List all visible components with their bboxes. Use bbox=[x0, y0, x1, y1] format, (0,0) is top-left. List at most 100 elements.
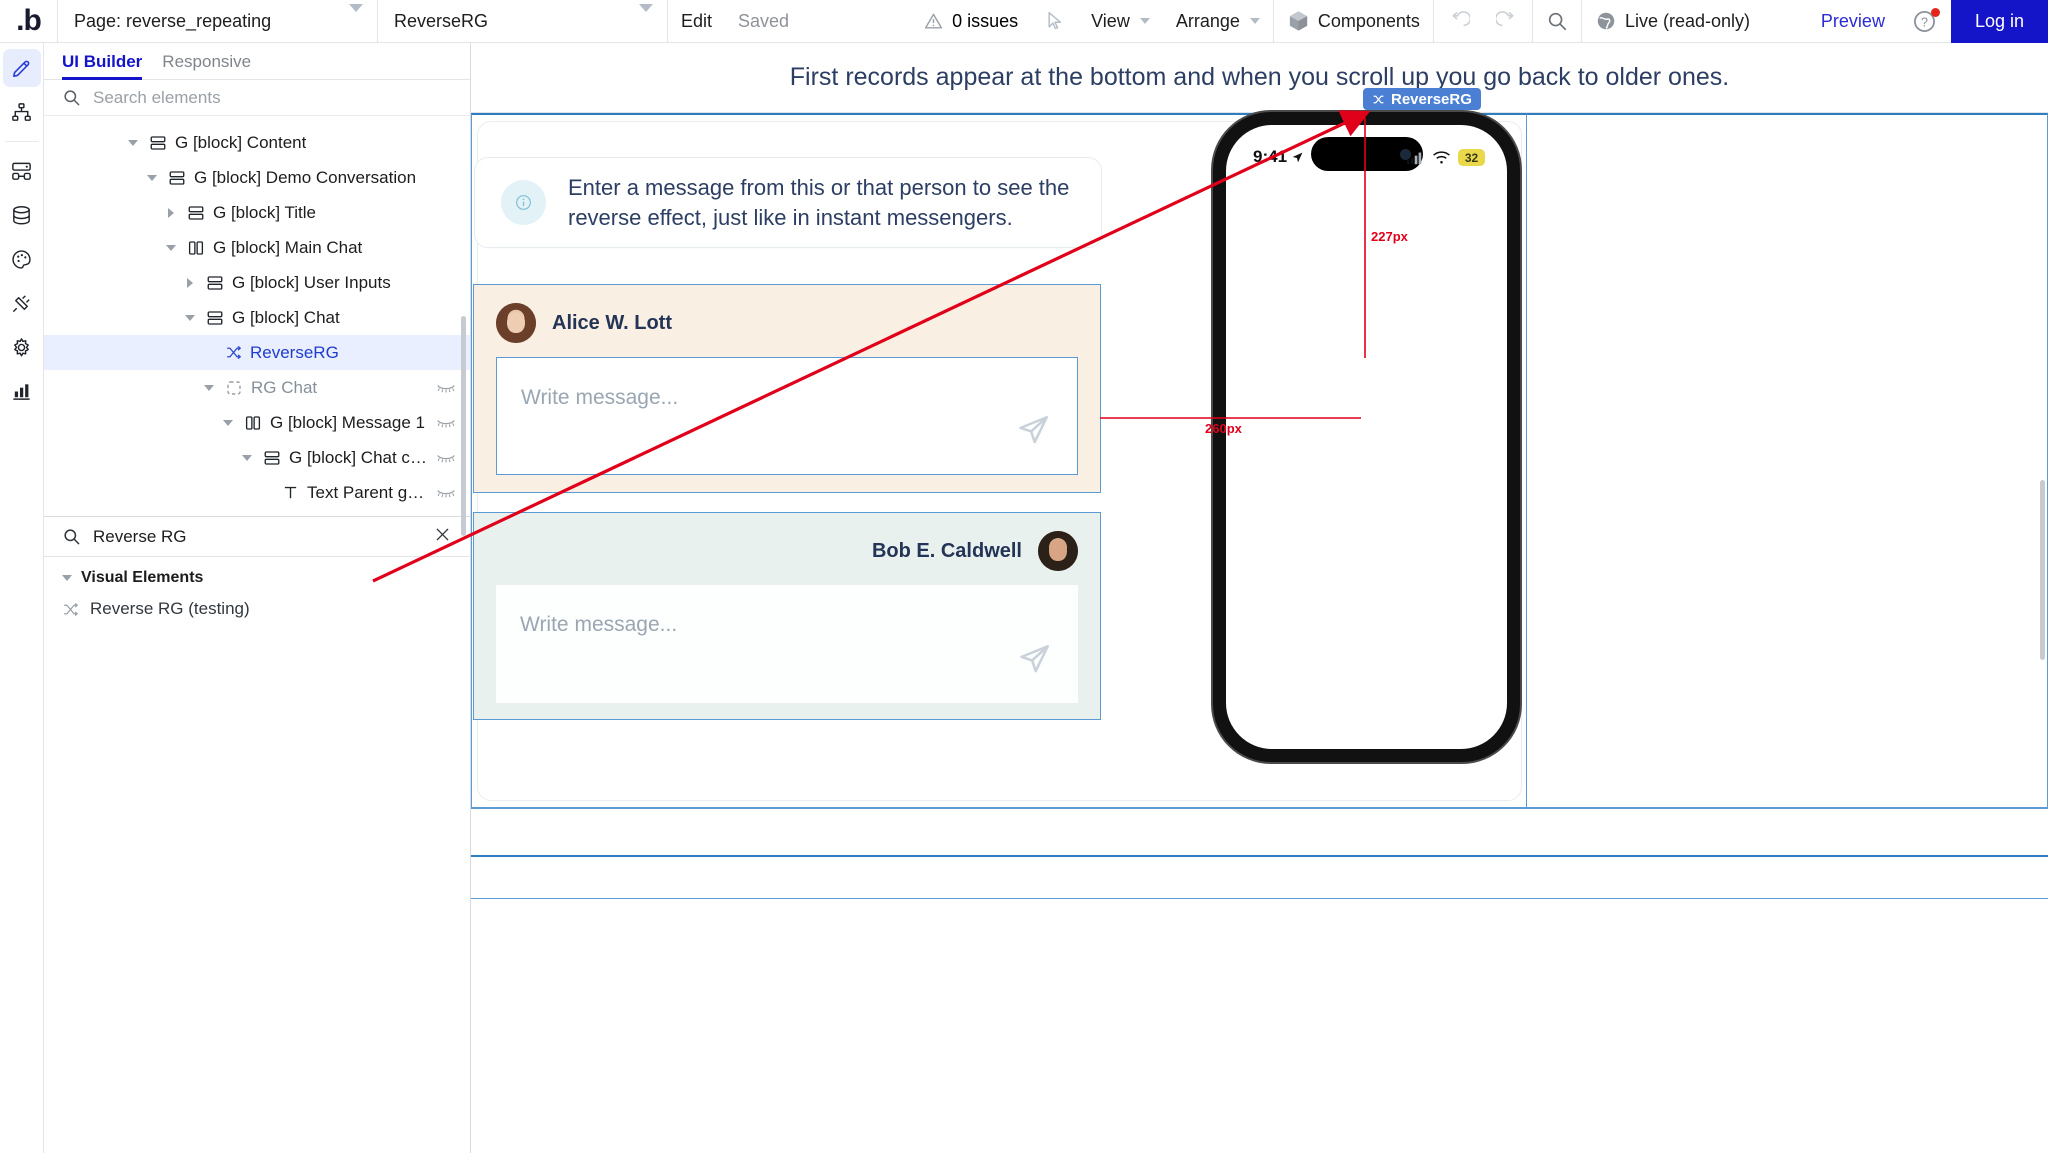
tree-node-label: G [block] Main Chat bbox=[213, 238, 362, 258]
rail-item-database[interactable] bbox=[3, 196, 41, 234]
app-logo[interactable]: .b bbox=[0, 0, 58, 42]
components-label: Components bbox=[1318, 11, 1420, 32]
canvas-section-divider bbox=[471, 855, 2048, 857]
arrange-label: Arrange bbox=[1176, 11, 1240, 32]
tree-node-label: G [block] Chat content 1 bbox=[289, 448, 428, 468]
tree-node[interactable]: RG Chat bbox=[44, 370, 470, 405]
edit-label: Edit bbox=[681, 11, 712, 32]
left-icon-rail bbox=[0, 43, 44, 1153]
result-item-reverse-rg[interactable]: Reverse RG (testing) bbox=[44, 593, 470, 619]
search-icon bbox=[62, 88, 81, 107]
element-select-label: ReverseRG bbox=[394, 11, 488, 32]
element-select[interactable]: ReverseRG bbox=[378, 0, 668, 42]
tree-node[interactable]: G [block] Chat content 1 bbox=[44, 440, 470, 475]
tree-node[interactable]: Text Parent group's Chat' bbox=[44, 475, 470, 510]
tree-node[interactable]: G [block] Demo Conversation bbox=[44, 160, 470, 195]
rail-item-styles[interactable] bbox=[3, 240, 41, 278]
tree-node[interactable]: G [block] User Inputs bbox=[44, 265, 470, 300]
tree-node[interactable]: ReverseRG bbox=[44, 335, 470, 370]
tree-node-label: G [block] User Inputs bbox=[232, 273, 391, 293]
rail-item-plugins[interactable] bbox=[3, 284, 41, 322]
canvas-section-divider bbox=[471, 808, 2048, 809]
close-icon[interactable] bbox=[433, 525, 452, 549]
message-input[interactable]: Write message... bbox=[496, 357, 1078, 475]
info-callout: Enter a message from this or that person… bbox=[474, 157, 1102, 248]
selection-tag-reverserg[interactable]: ReverseRG bbox=[1363, 88, 1481, 110]
rail-item-design[interactable] bbox=[3, 49, 41, 87]
components-button[interactable]: Components bbox=[1274, 0, 1433, 42]
tree-node[interactable]: G [block] Content bbox=[44, 125, 470, 160]
search-icon bbox=[1546, 10, 1568, 32]
help-button[interactable]: ? bbox=[1898, 0, 1951, 42]
status-bar-time: 9:41 bbox=[1253, 147, 1304, 167]
issues-button[interactable]: 0 issues bbox=[910, 0, 1032, 42]
tree-node-label: G [block] Message 1 bbox=[270, 413, 425, 433]
chevron-right-icon[interactable] bbox=[182, 278, 198, 288]
eye-closed-icon[interactable] bbox=[436, 416, 456, 430]
view-label: View bbox=[1091, 11, 1130, 32]
element-tree: G [block] Content G [block] Demo Conversa… bbox=[44, 116, 470, 516]
tree-node-label: G [block] Demo Conversation bbox=[194, 168, 416, 188]
edit-button[interactable]: Edit bbox=[668, 0, 725, 42]
sitemap-icon bbox=[10, 101, 33, 124]
tree-node[interactable]: G [block] Message 1 bbox=[44, 405, 470, 440]
canvas-scrollbar[interactable] bbox=[2040, 480, 2045, 660]
search-elements-input[interactable]: Search elements bbox=[44, 80, 470, 116]
find-element-bar[interactable]: Reverse RG bbox=[44, 516, 470, 557]
workflow-icon bbox=[10, 160, 33, 183]
chat-card-alice[interactable]: Alice W. Lott Write message... bbox=[473, 284, 1101, 493]
chat-card-bob[interactable]: Bob E. Caldwell Write message... bbox=[473, 512, 1101, 720]
undo-button[interactable] bbox=[1434, 0, 1483, 42]
tree-node-label: Text Parent group's Chat' bbox=[307, 483, 428, 503]
tree-node[interactable]: G [block] Main Chat bbox=[44, 230, 470, 265]
login-button[interactable]: Log in bbox=[1951, 0, 2048, 43]
sidebar-scrollbar[interactable] bbox=[461, 316, 466, 536]
chevron-down-icon[interactable] bbox=[239, 455, 255, 461]
chevron-down-icon[interactable] bbox=[220, 420, 236, 426]
view-menu[interactable]: View bbox=[1078, 0, 1163, 42]
phone-preview-panel bbox=[1527, 113, 2048, 808]
pencil-icon bbox=[10, 57, 33, 80]
chevron-down-icon[interactable] bbox=[144, 175, 160, 181]
tree-node[interactable]: G [block] Chat bbox=[44, 300, 470, 335]
search-elements-placeholder: Search elements bbox=[93, 88, 221, 108]
database-icon bbox=[10, 204, 33, 227]
tab-ui-builder[interactable]: UI Builder bbox=[62, 52, 142, 79]
signal-bars-icon bbox=[1406, 151, 1425, 165]
message-input[interactable]: Write message... bbox=[496, 585, 1078, 703]
pointer-tool-button[interactable] bbox=[1032, 0, 1078, 42]
selection-tag-label: ReverseRG bbox=[1391, 91, 1472, 108]
saved-status: Saved bbox=[725, 0, 802, 42]
chevron-down-icon bbox=[62, 575, 72, 581]
eye-closed-icon[interactable] bbox=[436, 381, 456, 395]
globe-icon bbox=[1595, 10, 1617, 32]
eye-closed-icon[interactable] bbox=[436, 486, 456, 500]
chevron-down-icon[interactable] bbox=[163, 245, 179, 251]
redo-button[interactable] bbox=[1483, 0, 1532, 42]
eye-closed-icon[interactable] bbox=[436, 451, 456, 465]
rail-item-workflow[interactable] bbox=[3, 152, 41, 190]
chevron-down-icon[interactable] bbox=[125, 140, 141, 146]
send-paper-plane-icon[interactable] bbox=[1017, 413, 1051, 452]
chevron-down-icon[interactable] bbox=[201, 385, 217, 391]
rail-item-sitemap[interactable] bbox=[3, 93, 41, 131]
undo-icon bbox=[1447, 10, 1470, 33]
tree-node[interactable]: G [block] Title bbox=[44, 195, 470, 230]
shuffle-icon bbox=[1372, 93, 1385, 106]
page-select[interactable]: Page: reverse_repeating bbox=[58, 0, 378, 42]
rail-item-analytics[interactable] bbox=[3, 372, 41, 410]
live-mode-button[interactable]: Live (read-only) bbox=[1582, 0, 1763, 42]
results-group-label: Visual Elements bbox=[81, 569, 203, 587]
send-paper-plane-icon[interactable] bbox=[1018, 642, 1052, 681]
results-group-visual-elements[interactable]: Visual Elements bbox=[44, 557, 470, 593]
canvas-title-block: First records appear at the bottom and w… bbox=[471, 43, 2048, 113]
chevron-down-icon[interactable] bbox=[182, 315, 198, 321]
rail-item-settings[interactable] bbox=[3, 328, 41, 366]
preview-button[interactable]: Preview bbox=[1808, 0, 1898, 42]
chevron-right-icon[interactable] bbox=[163, 208, 179, 218]
search-button[interactable] bbox=[1533, 0, 1581, 42]
arrange-menu[interactable]: Arrange bbox=[1163, 0, 1273, 42]
tab-responsive[interactable]: Responsive bbox=[162, 52, 251, 79]
chevron-down-icon bbox=[349, 12, 363, 30]
columns-icon bbox=[187, 239, 205, 257]
